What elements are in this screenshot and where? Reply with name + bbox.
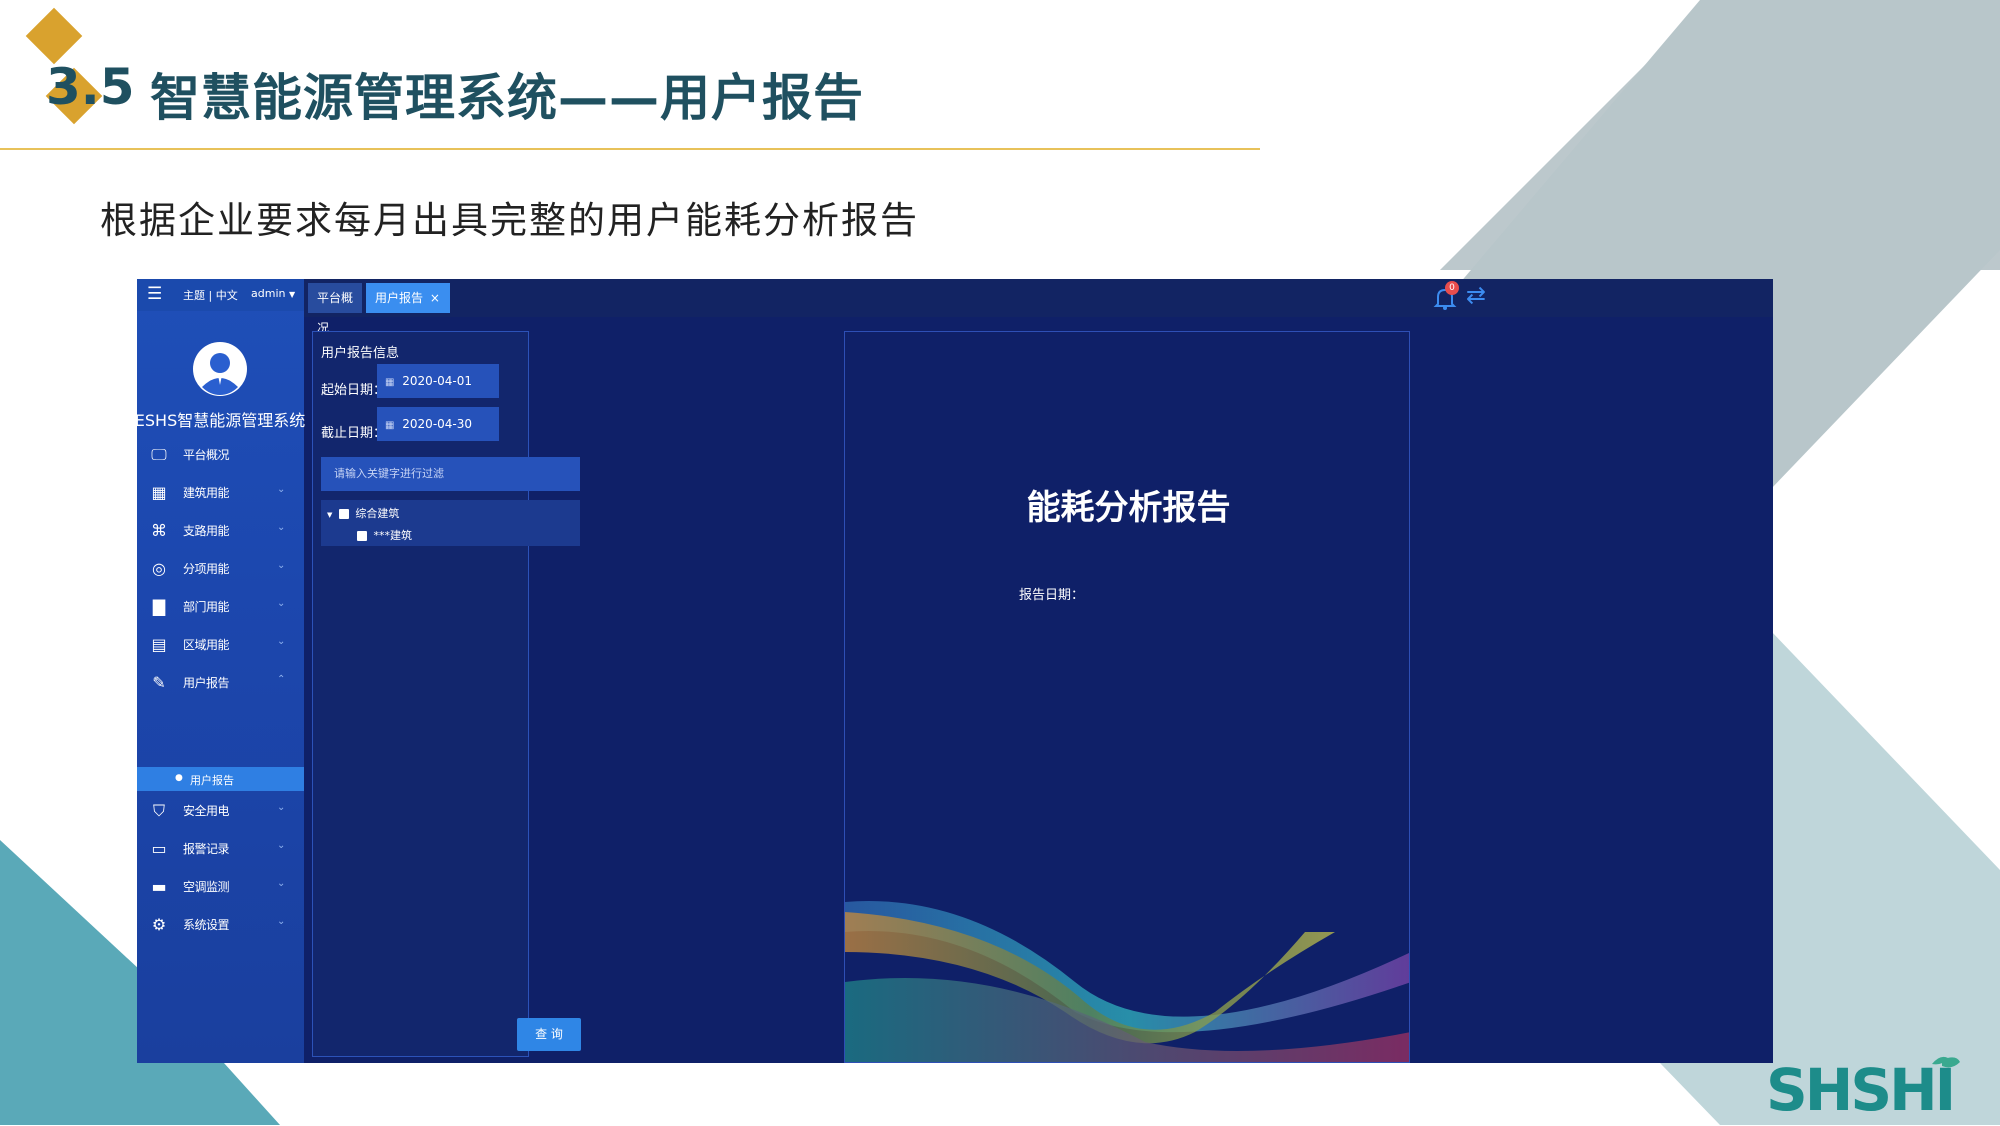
start-date-input[interactable]: ▦ 2020-04-01 (377, 364, 499, 398)
compass-icon: ◎ (152, 559, 166, 578)
app-screenshot: ☰ 主题 | 中文 admin ▼ ESHS智慧能源管理系统 🖵 平台概况 ▦ … (137, 279, 1773, 1063)
menu-label: 分项用能 (183, 562, 230, 576)
menu-item-electrical-safety[interactable]: ⛉ 安全用电 ⌄ (137, 792, 304, 830)
chevron-down-icon: ⌄ (277, 484, 286, 495)
report-wave-decoration (845, 901, 1409, 1062)
menu-item-alarm-records[interactable]: ▭ 报警记录 ⌄ (137, 830, 304, 868)
tab-overview[interactable]: 平台概况 (308, 283, 362, 335)
calendar-icon: ▦ (385, 377, 395, 388)
tab-user-report[interactable]: 用户报告 × (366, 283, 450, 313)
username: admin (251, 287, 286, 300)
building-icon: ▦ (151, 483, 167, 502)
caret-down-icon[interactable]: ▼ (327, 511, 332, 519)
document-icon: ▭ (151, 839, 167, 858)
report-date-label: 报告日期： (1019, 588, 1085, 603)
avatar[interactable] (192, 341, 248, 397)
slide-title: 智慧能源管理系统——用户报告 (150, 69, 864, 127)
report-filter-panel: 用户报告信息 起始日期： ▦ 2020-04-01 截止日期： ▦ 2020-0… (312, 331, 580, 1057)
query-button[interactable]: 查 询 (517, 1018, 581, 1051)
title-rule (0, 148, 1260, 150)
section-number: 3.5 (46, 58, 135, 116)
tree-label: 综合建筑 (355, 507, 400, 520)
settings-icon: ⚙ (151, 915, 167, 934)
tree-node-composite-building[interactable]: ▼ 综合建筑 (327, 505, 399, 521)
tree-label: ***建筑 (373, 529, 413, 542)
chevron-down-icon: ⌄ (277, 636, 286, 647)
keyword-filter-input[interactable]: 请输入关键字进行过滤 (321, 457, 580, 491)
menu-label: 区域用能 (183, 638, 230, 652)
menu-label: 用户报告 (183, 676, 230, 690)
menu-item-building-energy[interactable]: ▦ 建筑用能 ⌄ (137, 474, 304, 512)
sidebar-header: ☰ 主题 | 中文 admin ▼ (137, 279, 304, 311)
chevron-down-icon: ⌄ (277, 522, 286, 533)
checkbox[interactable] (357, 531, 367, 541)
hamburger-icon[interactable]: ☰ (147, 284, 162, 304)
tab-label: 平台概况 (317, 291, 354, 335)
menu-label: 平台概况 (183, 448, 230, 462)
tree-node-building[interactable]: ***建筑 (357, 527, 412, 543)
bullet-icon: ● (175, 773, 183, 783)
end-date-value: 2020-04-30 (402, 417, 473, 431)
top-bar: 平台概况 用户报告 × 0 ⇄ (304, 279, 1773, 335)
menu-item-itemized-energy[interactable]: ◎ 分项用能 ⌄ (137, 550, 304, 588)
end-date-input[interactable]: ▦ 2020-04-30 (377, 407, 499, 441)
user-menu[interactable]: admin ▼ (251, 287, 295, 300)
calendar-icon: ▦ (385, 420, 395, 431)
menu-item-branch-energy[interactable]: ⌘ 支路用能 ⌄ (137, 512, 304, 550)
menu-item-department-energy[interactable]: ▇ 部门用能 ⌄ (137, 588, 304, 626)
chevron-down-icon: ⌄ (277, 878, 286, 889)
chevron-up-icon: ⌃ (277, 674, 286, 685)
checkbox[interactable] (338, 509, 349, 519)
menu-item-user-report[interactable]: ✎ 用户报告 ⌃ (137, 664, 304, 702)
chevron-down-icon: ⌄ (277, 802, 286, 813)
close-icon[interactable]: × (430, 291, 440, 305)
refresh-icon[interactable]: ⇄ (1466, 281, 1486, 309)
menu-item-system-settings[interactable]: ⚙ 系统设置 ⌄ (137, 906, 304, 944)
chevron-down-icon: ⌄ (277, 598, 286, 609)
logo-text: SHSHI (1766, 1056, 1956, 1124)
edit-icon: ✎ (152, 673, 166, 692)
submenu-label: 用户报告 (190, 774, 234, 787)
menu-item-overview[interactable]: 🖵 平台概况 (137, 436, 304, 474)
submenu-item-user-report[interactable]: ● 用户报告 (137, 767, 304, 791)
chevron-down-icon: ⌄ (277, 840, 286, 851)
notification-badge: 0 (1445, 281, 1459, 295)
menu-label: 建筑用能 (183, 486, 230, 500)
system-name: ESHS智慧能源管理系统 (137, 411, 306, 430)
company-logo: SHSHI (1764, 1052, 1964, 1124)
slide-subtitle: 根据企业要求每月出具完整的用户能耗分析报告 (100, 199, 919, 242)
sidebar: ☰ 主题 | 中文 admin ▼ ESHS智慧能源管理系统 🖵 平台概况 ▦ … (137, 279, 305, 1063)
caret-down-icon: ▼ (288, 290, 296, 299)
report-title: 能耗分析报告 (1026, 488, 1231, 528)
menu-label: 部门用能 (183, 600, 230, 614)
aircon-icon: ▬ (151, 877, 167, 896)
theme-language-switch[interactable]: 主题 | 中文 (183, 287, 238, 303)
start-date-value: 2020-04-01 (402, 374, 473, 388)
panel-title: 用户报告信息 (321, 346, 400, 361)
menu-label: 空调监测 (183, 880, 230, 894)
folder-icon: ▇ (152, 597, 166, 616)
shield-icon: ⛉ (152, 801, 165, 820)
building-tree: ▼ 综合建筑 ***建筑 (321, 500, 580, 546)
menu-item-aircon-monitor[interactable]: ▬ 空调监测 ⌄ (137, 868, 304, 906)
menu-label: 系统设置 (183, 918, 230, 932)
city-icon: ▤ (151, 635, 167, 654)
menu-label: 报警记录 (183, 842, 230, 856)
chevron-down-icon: ⌄ (277, 916, 286, 927)
menu-label: 安全用电 (183, 804, 230, 818)
menu-label: 支路用能 (183, 524, 230, 538)
tab-label: 用户报告 (375, 291, 424, 305)
chevron-down-icon: ⌄ (277, 560, 286, 571)
report-preview: 能耗分析报告 报告日期： (844, 331, 1410, 1063)
monitor-icon: 🖵 (151, 445, 167, 464)
network-icon: ⌘ (151, 521, 167, 540)
menu-item-area-energy[interactable]: ▤ 区域用能 ⌄ (137, 626, 304, 664)
